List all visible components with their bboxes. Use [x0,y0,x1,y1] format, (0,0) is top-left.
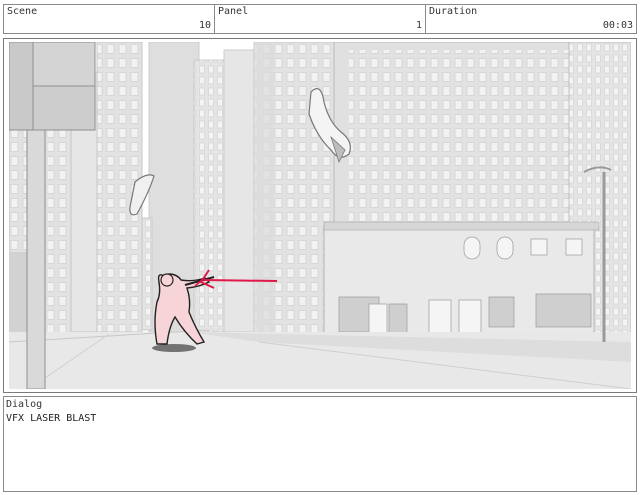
duration-field[interactable]: Duration 00:03 [425,4,637,34]
duration-value[interactable]: 00:03 [603,20,633,31]
scene-label: Scene [7,6,38,17]
storyboard-panel-frame[interactable] [3,38,637,393]
scene-field[interactable]: Scene 10 [3,4,215,34]
storyboard-drawing[interactable] [9,42,631,389]
panel-value[interactable]: 1 [416,20,422,31]
dialog-box[interactable]: Dialog VFX LASER BLAST [3,396,637,492]
street [9,329,631,389]
dialog-text[interactable]: VFX LASER BLAST [6,413,96,424]
scene-value[interactable]: 10 [199,20,211,31]
dialog-label: Dialog [6,399,43,410]
center-tower [253,42,335,335]
panel-field[interactable]: Panel 1 [214,4,426,34]
duration-label: Duration [429,6,478,17]
right-building [323,42,631,343]
panel-label: Panel [218,6,249,17]
